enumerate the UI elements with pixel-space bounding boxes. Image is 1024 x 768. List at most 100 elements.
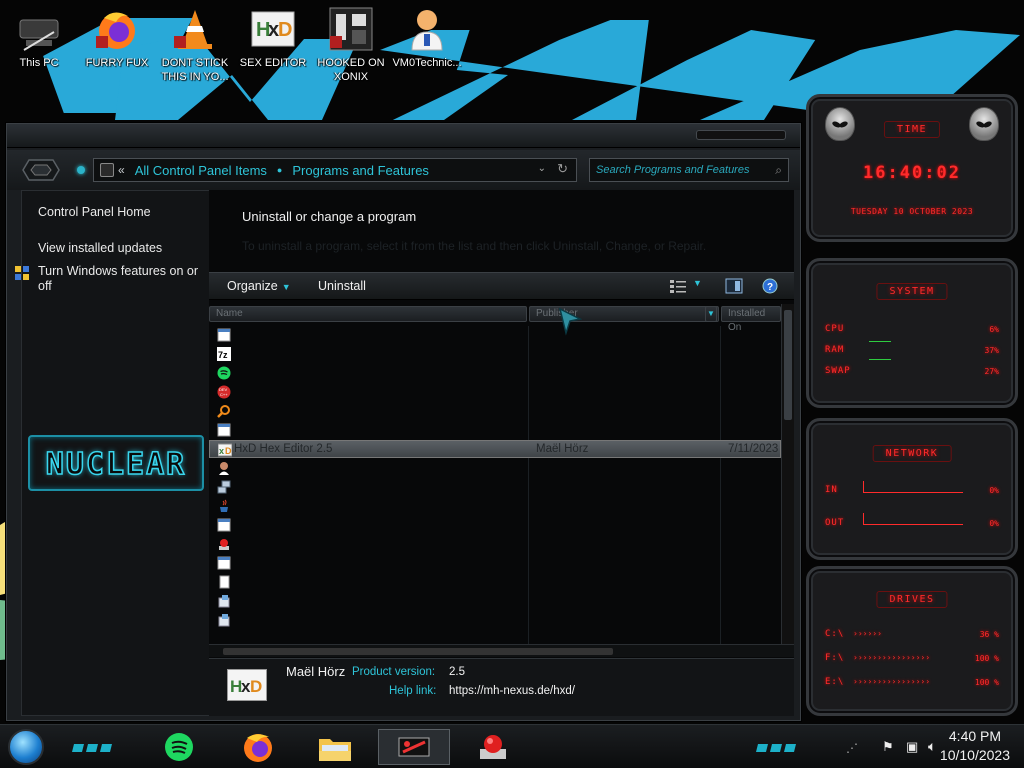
product-version-value: 2.5 [449, 666, 465, 678]
taskbar-spotify-icon[interactable] [160, 729, 198, 765]
flag-icon[interactable]: ⚑ [882, 739, 894, 755]
xonix-game-icon [328, 6, 374, 52]
red-button-icon [217, 537, 231, 551]
taskbar-file-explorer-icon[interactable] [316, 729, 354, 765]
alien-head-icon [825, 107, 855, 141]
column-header-installed-on[interactable]: Installed On [721, 306, 781, 333]
desktop-icon-dont-stick[interactable]: DONT STICK THIS IN YO... [156, 6, 234, 84]
hxd-icon: HxD [227, 669, 267, 701]
ram-label: RAM [825, 345, 845, 355]
organize-button[interactable]: Organize ▼ [227, 279, 291, 293]
window-title-bar[interactable] [7, 124, 800, 148]
usage-bar [869, 359, 891, 360]
desktop-icon-label: DONT STICK THIS IN YO... [161, 57, 229, 83]
back-forward-button[interactable] [21, 158, 61, 182]
drive-c-bar: ›››››› [853, 629, 882, 638]
organize-label: Organize [227, 279, 278, 293]
page-subtitle: To uninstall a program, select it from t… [242, 239, 707, 253]
view-dropdown-icon[interactable]: ▼ [693, 278, 711, 294]
technician-person-icon [404, 6, 450, 52]
nuclear-logo-text: NUCLEAR [45, 446, 187, 483]
search-input[interactable]: Search Programs and Features ⌕ [589, 158, 789, 182]
net-in-value: 0% [989, 486, 999, 495]
network-gadget[interactable]: NETWORK IN 0% OUT 0% [806, 418, 1018, 560]
vertical-scrollbar[interactable] [781, 304, 794, 644]
desktop-icon-sex-editor[interactable]: HxD SEX EDITOR [234, 6, 312, 70]
desktop-icon-vm0technic[interactable]: VM0Technic... [388, 6, 466, 70]
help-icon[interactable]: ? [761, 278, 779, 294]
navigation-bar: « All Control Panel Items ● Programs and… [7, 150, 800, 190]
breadcrumb-all-control-panel-items[interactable]: All Control Panel Items [135, 163, 267, 178]
program-row[interactable] [209, 573, 781, 591]
horizontal-scrollbar[interactable] [209, 644, 794, 657]
start-button[interactable] [8, 729, 44, 765]
program-row[interactable] [209, 421, 781, 439]
details-publisher: Maël Hörz [286, 664, 346, 679]
control-panel-home-link[interactable]: Control Panel Home [38, 205, 151, 219]
program-row[interactable] [209, 535, 781, 553]
program-row[interactable] [209, 402, 781, 420]
cpu-value: 6% [989, 325, 999, 334]
drives-gadget[interactable]: DRIVES C:\ ›››››› 36 % F:\ ›››››››››››››… [806, 566, 1018, 716]
mouse-cursor-icon [558, 307, 583, 337]
breadcrumb-programs-and-features[interactable]: Programs and Features [292, 163, 429, 178]
program-row[interactable] [209, 497, 781, 515]
taskbar-date: 10/10/2023 [939, 747, 1010, 763]
7zip-icon: 7z [217, 347, 231, 361]
program-row[interactable] [209, 611, 781, 629]
drive-c-label: C:\ [825, 629, 845, 639]
breadcrumb-separator-icon[interactable]: ● [277, 165, 282, 175]
system-gadget-title: SYSTEM [876, 283, 948, 300]
network-gadget-title: NETWORK [872, 445, 952, 462]
refresh-icon[interactable]: ↻ [557, 161, 568, 177]
gadget-date: TUESDAY 10 OCTOBER 2023 [850, 207, 974, 216]
program-row[interactable] [209, 459, 781, 477]
program-row[interactable]: 7z [209, 345, 781, 363]
network-icon[interactable]: ▣ [906, 739, 918, 755]
program-row[interactable] [209, 326, 781, 344]
change-view-icon[interactable] [669, 278, 687, 294]
scroll-thumb[interactable] [784, 310, 792, 420]
nuclear-theme-logo: NUCLEAR [28, 435, 204, 491]
desktop-icon-hooked-on-xonix[interactable]: HOOKED ON XONIX [312, 6, 390, 84]
taskbar-firefox-icon[interactable] [239, 729, 277, 765]
turn-windows-features-link[interactable]: Turn Windows features on or off [38, 264, 203, 294]
search-icon[interactable]: ⌕ [775, 163, 782, 178]
program-row[interactable] [209, 478, 781, 496]
column-header-name[interactable]: Name [209, 306, 527, 322]
programs-and-features-window[interactable]: « All Control Panel Items ● Programs and… [6, 123, 801, 721]
program-row[interactable]: DEV C++ [209, 383, 781, 401]
program-row[interactable] [209, 592, 781, 610]
desktop-icon-furry-fux[interactable]: FURRY FUX [78, 6, 156, 70]
time-gadget[interactable]: TIME 16:40:02 TUESDAY 10 OCTOBER 2023 [806, 94, 1018, 242]
scroll-thumb[interactable] [223, 648, 613, 655]
program-row[interactable] [209, 364, 781, 382]
chevron-down-icon: ▼ [281, 282, 291, 292]
taskbar: ⋰ ⚑ ▣ 🔈︎ 4:40 PM 10/10/2023 [0, 724, 1024, 768]
control-panel-icon [100, 163, 114, 177]
program-row[interactable] [209, 516, 781, 534]
column-dropdown-icon[interactable]: ▼ [705, 306, 717, 322]
recent-pages-dot[interactable] [77, 166, 85, 174]
system-gadget[interactable]: SYSTEM CPU 6% RAM 37% SWAP 27% [806, 258, 1018, 408]
preview-pane-icon[interactable] [725, 278, 743, 294]
uninstall-button[interactable]: Uninstall [318, 279, 366, 293]
chevron-left-icon[interactable]: « [118, 163, 125, 177]
taskbar-clock[interactable]: 4:40 PM 10/10/2023 [940, 727, 1010, 765]
svg-text:7z: 7z [218, 350, 228, 360]
taskbar-decoration [72, 739, 116, 752]
volume-icon[interactable]: 🔈︎ [928, 738, 936, 755]
program-row[interactable]: x D HxD Hex Editor 2.5 Maël Hörz 7/11/2023 [209, 440, 781, 458]
address-bar[interactable]: « All Control Panel Items ● Programs and… [93, 158, 577, 182]
program-list: 7z DEV C++ x D HxD Hex Editor 2.5 Maël Hörz 7/1… [209, 326, 781, 646]
time-gadget-title: TIME [883, 121, 941, 138]
program-row[interactable] [209, 554, 781, 572]
view-installed-updates-link[interactable]: View installed updates [38, 241, 162, 255]
chevron-down-icon[interactable]: ⌄ [538, 163, 546, 174]
taskbar-control-panel-icon[interactable] [378, 729, 450, 765]
ram-value: 37% [984, 346, 999, 355]
taskbar-red-button-icon[interactable] [468, 729, 518, 765]
window-grip [696, 130, 786, 140]
help-link-value[interactable]: https://mh-nexus.de/hxd/ [449, 685, 575, 697]
desktop-icon-this-pc[interactable]: This PC [0, 6, 78, 70]
